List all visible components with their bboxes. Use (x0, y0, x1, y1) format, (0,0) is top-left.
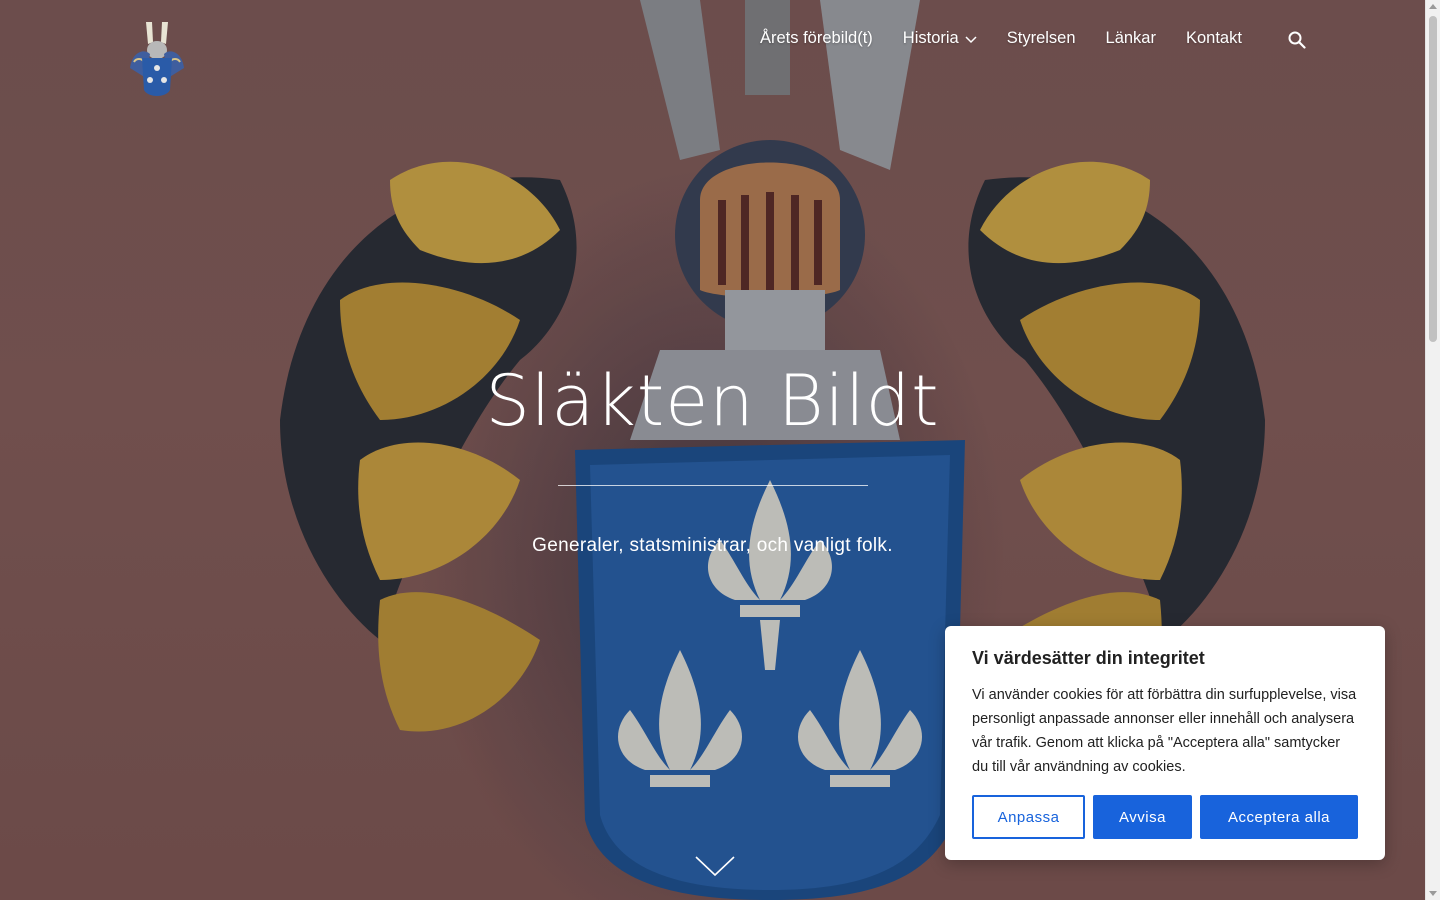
customize-button[interactable]: Anpassa (972, 795, 1085, 839)
cookie-consent-banner: Vi värdesätter din integritet Vi använde… (945, 626, 1385, 860)
accept-all-button[interactable]: Acceptera alla (1200, 795, 1358, 839)
chevron-down-icon[interactable] (695, 855, 735, 877)
search-icon[interactable] (1288, 31, 1306, 49)
hero-subtitle: Generaler, statsministrar, och vanligt f… (532, 535, 893, 556)
coat-of-arms-logo[interactable] (126, 18, 188, 104)
nav-item-label: Historia (902, 29, 959, 47)
page-title: Släkten Bildt (485, 360, 940, 442)
scroll-up-arrow-icon[interactable] (1429, 4, 1437, 9)
nav-item-label: Kontakt (1185, 29, 1242, 47)
main-navigation: Årets förebild(t) Historia Styrelsen Län… (760, 29, 1272, 48)
nav-item-arets-forebild[interactable]: Årets förebild(t) (760, 29, 873, 48)
nav-item-kontakt[interactable]: Kontakt (1186, 29, 1242, 48)
reject-button[interactable]: Avvisa (1093, 795, 1192, 839)
nav-item-historia[interactable]: Historia (903, 29, 977, 48)
nav-item-lankar[interactable]: Länkar (1106, 29, 1156, 48)
nav-item-label: Styrelsen (1006, 29, 1076, 47)
nav-item-label: Årets förebild(t) (760, 29, 873, 47)
chevron-down-icon (965, 35, 977, 43)
cookie-banner-text: Vi använder cookies för att förbättra di… (972, 687, 1357, 775)
nav-item-label: Länkar (1105, 29, 1156, 47)
title-divider (558, 485, 868, 486)
scrollbar-thumb[interactable] (1429, 16, 1437, 342)
cookie-banner-buttons: Anpassa Avvisa Acceptera alla (972, 795, 1358, 839)
nav-item-styrelsen[interactable]: Styrelsen (1007, 29, 1076, 48)
cookie-banner-title: Vi värdesätter din integritet (972, 648, 1205, 668)
scroll-down-arrow-icon[interactable] (1429, 891, 1437, 896)
page-scrollbar[interactable] (1425, 0, 1440, 900)
